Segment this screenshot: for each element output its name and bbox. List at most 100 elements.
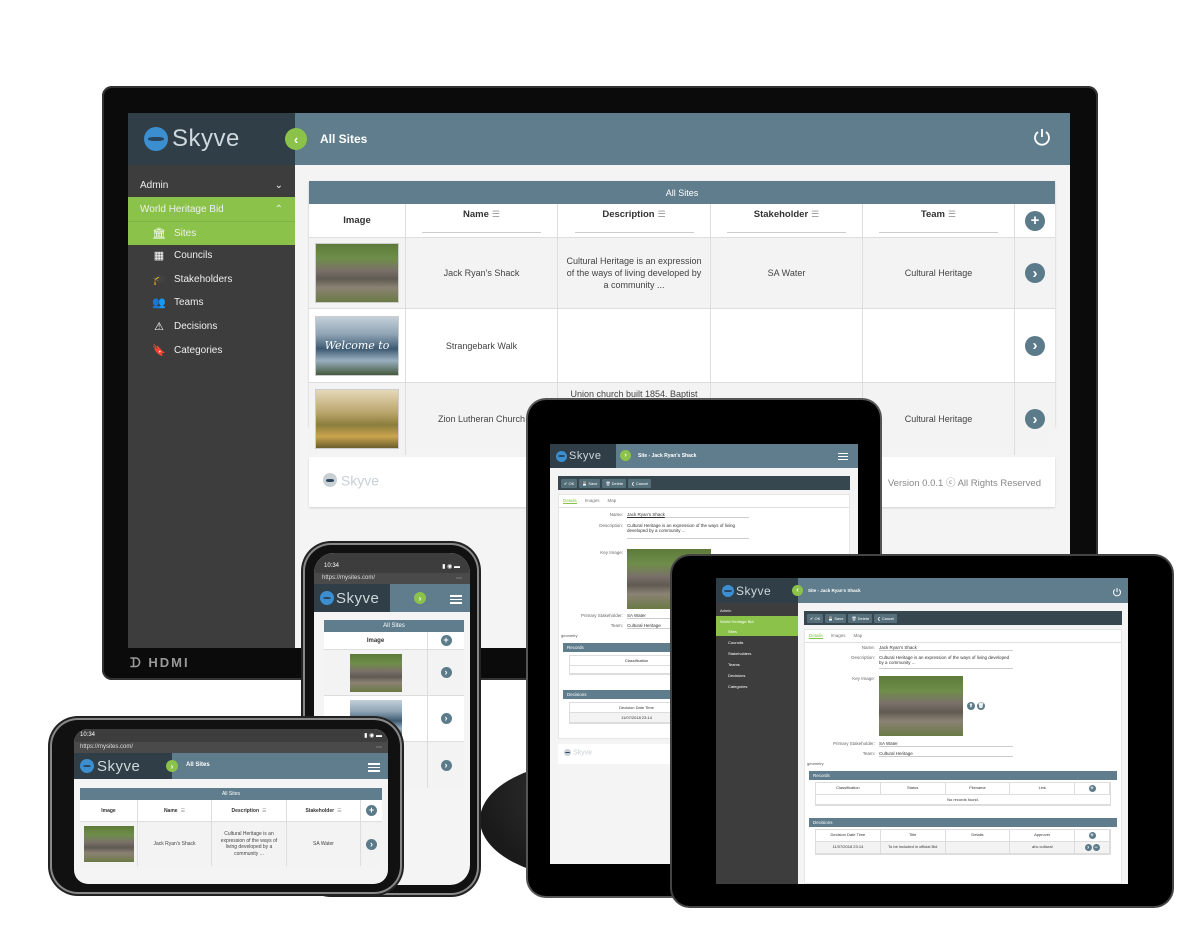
stakeholder-select[interactable]: SA Water [879,741,1013,747]
filter-input[interactable] [574,231,694,233]
tab-images[interactable]: Images [831,633,846,639]
filter-input[interactable] [422,231,541,233]
table-row[interactable]: Jack Ryan's Shack Cultural Heritage is a… [309,238,1055,309]
add-site-button[interactable]: + [366,805,377,816]
table-row[interactable]: Welcome to Strangebark Walk › [309,309,1055,383]
tab-map[interactable]: Map [854,633,863,639]
description-field[interactable]: Cultural Heritage is an expression of th… [879,655,1013,669]
filter-input[interactable] [727,231,846,233]
cancel-button[interactable]: ❮ Cancel [628,478,652,488]
menu-toggle-button[interactable]: › [414,592,426,604]
add-site-button[interactable]: + [440,635,452,646]
sidebar-item-categories[interactable]: Categories [728,684,747,689]
open-row-button[interactable]: › [1025,409,1045,429]
sort-icon[interactable]: ☰ [337,808,341,814]
sidebar-item-councils[interactable]: ▦ Councils [128,244,295,268]
top-bar: Skyve › [314,584,470,612]
logo[interactable]: Skyve [716,578,798,603]
sidebar-group-world-heritage-bid[interactable]: World Heritage Bid [720,619,754,624]
address-bar[interactable]: https://mysites.com/ ⋯ [314,573,470,584]
delete-button[interactable]: 🗑 Delete [848,613,873,623]
logo[interactable]: Skyve [550,444,616,468]
description-field[interactable]: Cultural Heritage is an expression of th… [627,523,749,539]
menu-toggle-button[interactable]: ‹ [285,128,307,150]
more-icon[interactable]: ⋯ [376,744,382,751]
hamburger-menu-button[interactable] [838,451,848,462]
sort-icon[interactable]: ☰ [262,808,266,814]
sidebar-item-stakeholders[interactable]: Stakeholders [728,651,751,656]
add-record-button[interactable]: + [1088,785,1096,792]
column-header-name[interactable]: Name ☰ [138,800,212,821]
hamburger-menu-button[interactable] [368,761,380,774]
menu-toggle-button[interactable]: › [166,760,178,772]
chevron-right-icon: › [624,452,627,459]
sort-icon[interactable]: ☰ [948,209,956,219]
sort-icon[interactable]: ☰ [811,209,819,219]
more-icon[interactable]: ⋯ [456,575,462,582]
column-label: Stakeholder [753,208,809,220]
ok-button[interactable]: ✔ OK [807,613,824,623]
power-button[interactable] [1112,584,1122,597]
logo[interactable]: Skyve [128,113,295,165]
column-header: Link [1010,783,1076,794]
sidebar-item-teams[interactable]: 👥 Teams [128,291,295,315]
open-row-button[interactable]: › [440,713,452,724]
column-header-stakeholder[interactable]: Stakeholder ☰ [711,204,863,237]
sidebar-item-sites[interactable]: 🏛 Sites [128,221,295,245]
sidebar-group-admin[interactable]: Admin [720,608,731,613]
tab-details[interactable]: Details [809,633,823,639]
sidebar-item-categories[interactable]: 🔖 Categories [128,339,295,363]
logo[interactable]: Skyve [314,584,390,612]
sidebar-item-stakeholders[interactable]: 🎓 Stakeholders [128,268,295,292]
open-row-button[interactable]: › [1084,844,1092,851]
power-button[interactable] [1032,127,1052,147]
sidebar-group-admin[interactable]: Admin ⌄ [128,173,295,197]
upload-image-button[interactable]: ⬆ [967,702,975,710]
column-header-stakeholder[interactable]: Stakeholder ☰ [287,800,361,821]
sidebar-item-sites[interactable]: Sites [728,629,737,634]
name-field[interactable]: Jack Ryan's Shack [627,512,749,518]
team-select[interactable]: Cultural Heritage [879,751,1013,757]
menu-toggle-button[interactable]: ‹ [792,585,803,596]
address-bar[interactable]: https://mysites.com/ ⋯ [74,742,388,753]
ok-button[interactable]: ✔ OK [561,478,578,488]
sort-icon[interactable]: ☰ [492,209,500,219]
filter-input[interactable] [879,231,998,233]
tab-details[interactable]: Details [563,498,577,504]
open-row-button[interactable]: › [1025,335,1045,356]
open-row-button[interactable]: › [366,838,377,850]
add-decision-button[interactable]: + [1088,832,1096,839]
tab-map[interactable]: Map [608,498,617,504]
menu-toggle-button[interactable]: › [620,450,631,461]
save-button[interactable]: 💾 Save [825,613,847,623]
column-header-description[interactable]: Description ☰ [212,800,287,821]
key-image[interactable] [879,676,963,736]
sidebar-item-councils[interactable]: Councils [728,640,743,645]
delete-button[interactable]: 🗑 Delete [602,478,627,488]
sidebar-item-teams[interactable]: Teams [728,662,740,667]
sidebar-item-decisions[interactable]: ⚠ Decisions [128,315,295,339]
sidebar-item-decisions[interactable]: Decisions [728,673,745,678]
tab-images[interactable]: Images [585,498,600,504]
column-header-description[interactable]: Description ☰ [558,204,711,237]
table-row[interactable]: 11/07/2018 23:14 To be included in offic… [816,842,1111,854]
table-row[interactable]: › [324,650,464,696]
column-header-name[interactable]: Name ☰ [406,204,558,237]
sort-icon[interactable]: ☰ [658,209,666,219]
sidebar-group-world-heritage-bid[interactable]: World Heritage Bid ⌃ [128,197,295,221]
hamburger-menu-button[interactable] [450,593,462,606]
logo[interactable]: Skyve [74,753,172,779]
open-row-button[interactable]: › [440,667,452,678]
column-header-team[interactable]: Team ☰ [863,204,1015,237]
delete-image-button[interactable]: 🗑 [977,702,985,710]
remove-row-button[interactable]: − [1092,844,1100,851]
graduation-cap-icon: 🎓 [152,274,166,287]
sort-icon[interactable]: ☰ [181,808,185,814]
open-row-button[interactable]: › [440,759,452,771]
name-field[interactable]: Jack Ryan's Shack [879,645,1013,651]
add-site-button[interactable]: + [1025,210,1045,231]
open-row-button[interactable]: › [1025,263,1045,283]
cancel-button[interactable]: ❮ Cancel [874,613,898,623]
table-row[interactable]: Jack Ryan's Shack Cultural Heritage is a… [80,822,382,866]
save-button[interactable]: 💾 Save [579,478,601,488]
